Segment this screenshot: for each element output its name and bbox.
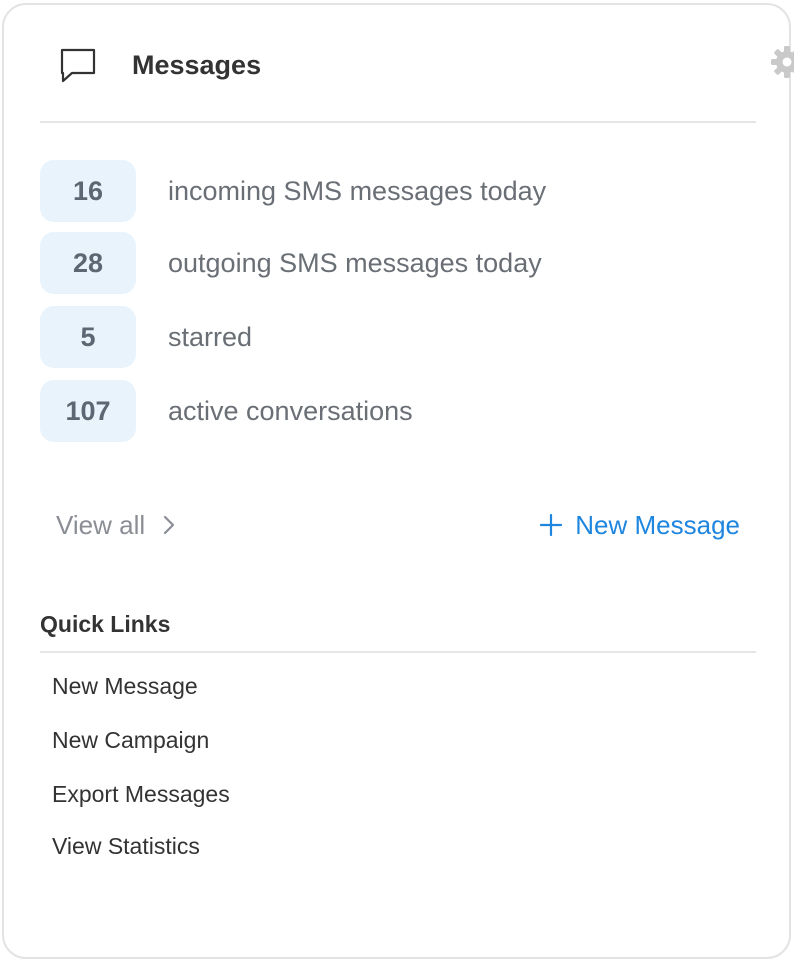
stat-count-badge: 16 bbox=[40, 160, 136, 222]
card-header: Messages bbox=[40, 5, 794, 123]
stat-count-badge: 5 bbox=[40, 306, 136, 368]
plus-icon bbox=[540, 513, 563, 537]
stat-row-starred[interactable]: 5 starred bbox=[40, 306, 756, 368]
card-actions: View all New Message bbox=[40, 503, 756, 547]
quick-links-title: Quick Links bbox=[40, 611, 171, 637]
quick-link-new-campaign[interactable]: New Campaign bbox=[52, 727, 209, 754]
quick-link-new-message[interactable]: New Message bbox=[52, 673, 198, 700]
gear-icon[interactable] bbox=[770, 45, 794, 79]
stat-label: incoming SMS messages today bbox=[168, 175, 547, 206]
quick-link-export-messages[interactable]: Export Messages bbox=[52, 781, 230, 808]
stat-row-active-conversations[interactable]: 107 active conversations bbox=[40, 380, 756, 442]
view-all-label: View all bbox=[56, 509, 146, 540]
new-message-button[interactable]: New Message bbox=[539, 503, 740, 547]
quick-links-divider bbox=[40, 651, 756, 653]
stat-count-badge: 107 bbox=[40, 380, 136, 442]
stat-row-outgoing[interactable]: 28 outgoing SMS messages today bbox=[40, 232, 756, 294]
stat-row-incoming[interactable]: 16 incoming SMS messages today bbox=[40, 160, 756, 222]
card-title: Messages bbox=[132, 50, 262, 80]
quick-link-view-statistics[interactable]: View Statistics bbox=[52, 833, 200, 860]
stat-count-badge: 28 bbox=[40, 232, 136, 294]
new-message-label: New Message bbox=[575, 509, 740, 540]
chevron-right-icon bbox=[164, 515, 175, 535]
view-all-link[interactable]: View all bbox=[56, 503, 177, 547]
stat-label: active conversations bbox=[168, 395, 413, 426]
stat-label: starred bbox=[168, 321, 253, 352]
chat-bubble-icon bbox=[60, 48, 96, 83]
stat-label: outgoing SMS messages today bbox=[168, 247, 542, 278]
messages-card: Messages 16 incoming SMS messages today … bbox=[2, 3, 794, 959]
